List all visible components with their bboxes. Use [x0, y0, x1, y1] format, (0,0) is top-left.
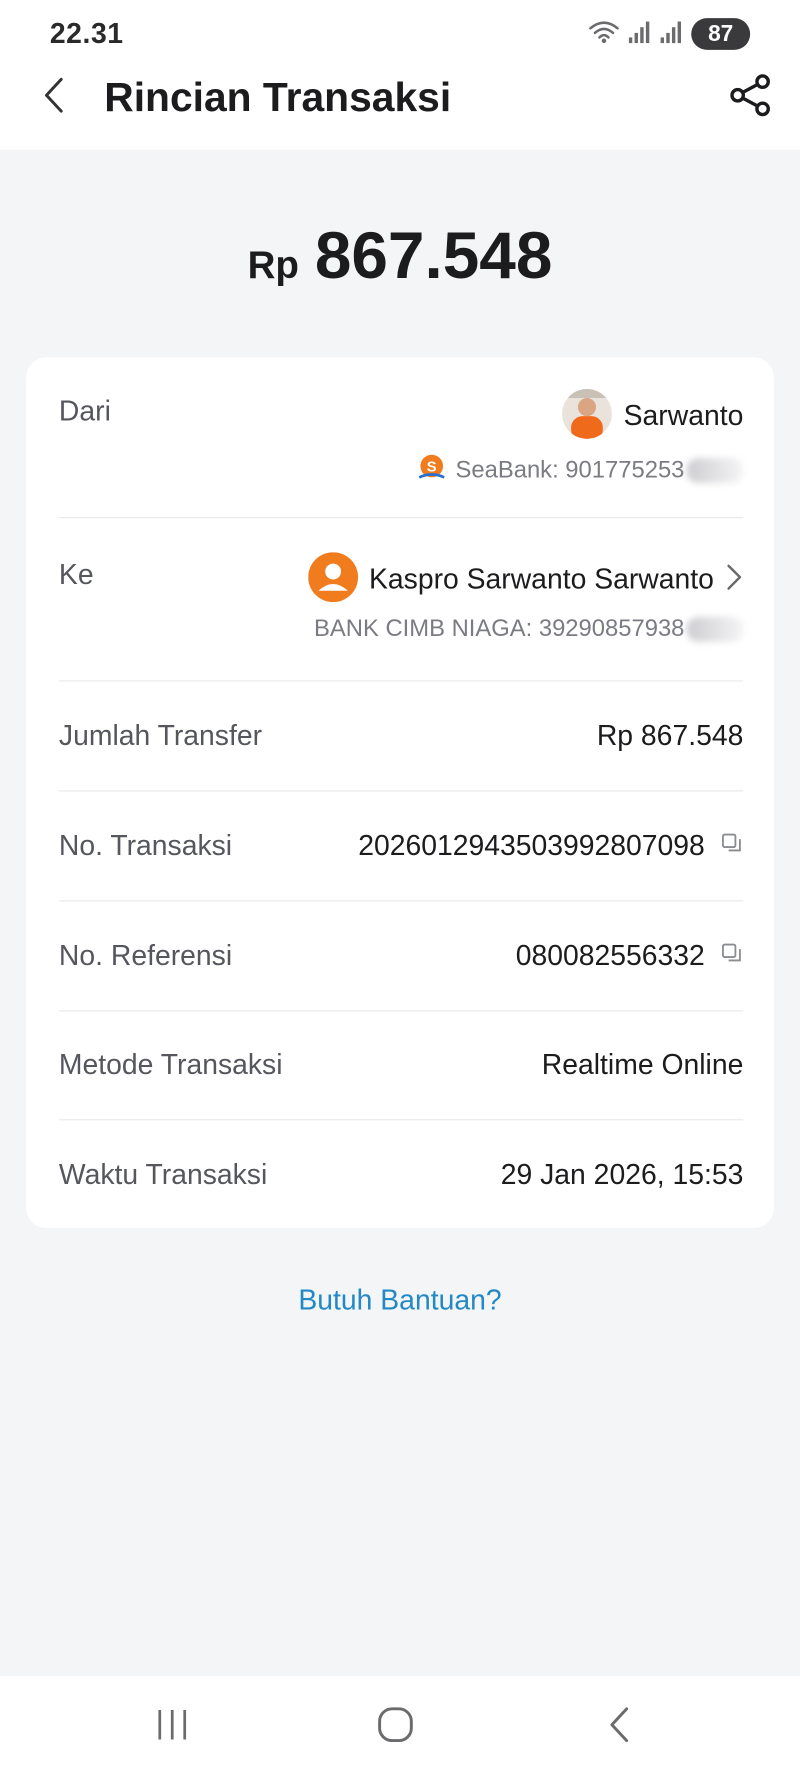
transaction-no-value-wrap: 2026012943503992807098	[358, 830, 743, 863]
page-title: Rincian Transaksi	[104, 73, 452, 121]
system-back-button[interactable]	[586, 1699, 654, 1756]
share-button[interactable]	[723, 70, 777, 124]
status-icons: 87	[587, 16, 751, 52]
help-link[interactable]: Butuh Bantuan?	[0, 1285, 800, 1318]
chevron-left-icon	[41, 74, 68, 120]
divider	[58, 517, 744, 519]
chevron-right-icon	[725, 562, 743, 597]
transaction-no-label: No. Transaksi	[58, 830, 233, 862]
time-value: 29 Jan 2026, 15:53	[500, 1158, 744, 1191]
system-nav-bar	[0, 1675, 800, 1778]
time-label: Waktu Transaksi	[58, 1158, 268, 1191]
transaction-no-row: No. Transaksi 2026012943503992807098	[59, 830, 743, 866]
screen: 22.31 87 Rincian Transaksi Rp 867.548 Da…	[0, 0, 800, 1778]
transfer-amount-label: Jumlah Transfer	[58, 720, 263, 752]
battery-indicator: 87	[691, 18, 751, 50]
sender-name: Sarwanto	[623, 400, 744, 433]
transfer-amount-row: Jumlah Transfer Rp 867.548	[59, 720, 743, 756]
transaction-amount: Rp 867.548	[0, 215, 800, 297]
recipient-account-text: BANK CIMB NIAGA: 39290857938	[314, 615, 685, 642]
method-value: Realtime Online	[541, 1048, 744, 1081]
amount-currency: Rp	[247, 243, 299, 287]
masked-digits	[686, 617, 744, 643]
divider	[58, 790, 744, 792]
recipient[interactable]: Kaspro Sarwanto Sarwanto	[307, 552, 744, 608]
top-bar: 22.31 87 Rincian Transaksi	[0, 0, 800, 150]
home-icon	[376, 1705, 415, 1749]
divider	[58, 680, 744, 682]
copy-icon[interactable]	[721, 830, 744, 863]
status-time: 22.31	[49, 18, 124, 50]
method-row: Metode Transaksi Realtime Online	[59, 1049, 743, 1085]
masked-digits	[686, 458, 744, 484]
from-sender: Sarwanto	[562, 388, 744, 445]
seabank-icon: S	[417, 452, 446, 488]
share-icon	[727, 72, 772, 123]
back-icon	[606, 1705, 633, 1749]
recent-apps-button[interactable]	[138, 1699, 206, 1756]
reference-no-value-wrap: 080082556332	[516, 940, 744, 973]
divider	[58, 900, 744, 902]
reference-no-value: 080082556332	[515, 940, 705, 972]
sender-avatar	[562, 388, 613, 445]
to-row[interactable]: Ke Kaspro Sarwanto Sarwanto BANK CIMB NI…	[58, 552, 744, 661]
divider	[58, 1010, 744, 1012]
recent-apps-icon	[154, 1707, 190, 1747]
reference-no-label: No. Referensi	[58, 940, 233, 972]
recipient-name: Kaspro Sarwanto Sarwanto	[369, 563, 714, 596]
method-label: Metode Transaksi	[58, 1048, 283, 1081]
from-label: Dari	[58, 395, 111, 428]
to-label: Ke	[58, 559, 94, 591]
recipient-account: BANK CIMB NIAGA: 39290857938	[314, 615, 744, 643]
transfer-amount-value: Rp 867.548	[596, 720, 744, 752]
from-row: Dari Sarwanto S SeaBank: 901775253	[58, 388, 744, 498]
back-button[interactable]	[29, 73, 79, 123]
amount-value: 867.548	[314, 218, 553, 293]
copy-icon[interactable]	[721, 940, 744, 973]
home-button[interactable]	[361, 1699, 429, 1756]
time-row: Waktu Transaksi 29 Jan 2026, 15:53	[59, 1159, 743, 1195]
transaction-no-value: 2026012943503992807098	[358, 830, 705, 862]
reference-no-row: No. Referensi 080082556332	[59, 940, 743, 976]
details-card: Dari Sarwanto S SeaBank: 901775253 Ke Ka…	[26, 357, 774, 1229]
signal-icon-1	[628, 19, 653, 50]
wifi-icon	[587, 18, 621, 51]
sender-account: S SeaBank: 901775253	[417, 452, 744, 488]
signal-icon-2	[659, 19, 684, 50]
sender-account-text: SeaBank: 901775253	[455, 456, 685, 484]
divider	[58, 1119, 744, 1121]
recipient-avatar-icon	[307, 552, 358, 608]
